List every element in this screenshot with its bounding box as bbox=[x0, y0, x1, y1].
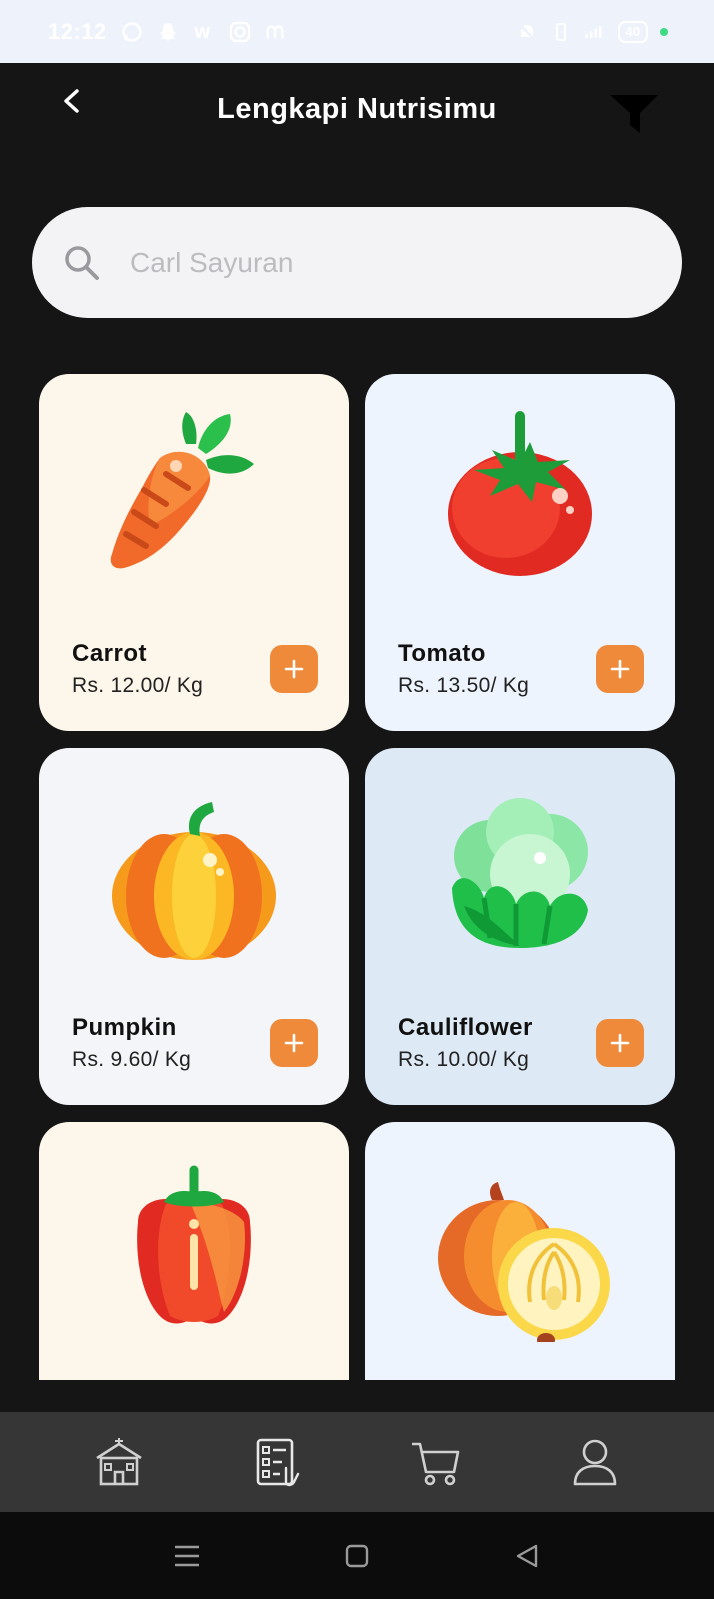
search-input[interactable] bbox=[130, 246, 610, 279]
onion-icon bbox=[420, 1152, 620, 1347]
signal-icon bbox=[584, 21, 606, 43]
product-name: Carrot bbox=[72, 640, 148, 667]
mute-icon bbox=[516, 21, 538, 43]
add-to-cart-button[interactable] bbox=[270, 1019, 318, 1067]
product-card-pumpkin[interactable]: Pumpkin Rs. 9.60/ Kg bbox=[39, 748, 349, 1105]
bottom-nav bbox=[0, 1412, 714, 1512]
cauliflower-icon bbox=[420, 778, 620, 968]
status-time: 12:12 bbox=[48, 18, 107, 44]
system-back-button[interactable] bbox=[512, 1541, 542, 1571]
home-square-icon bbox=[345, 1544, 369, 1567]
notification-dot bbox=[660, 27, 668, 36]
vibrate-icon bbox=[550, 21, 572, 43]
product-name: Pumpkin bbox=[72, 1014, 177, 1041]
bell-pepper-icon bbox=[94, 1152, 294, 1342]
plus-icon bbox=[284, 659, 304, 679]
plus-icon bbox=[610, 659, 630, 679]
filter-button[interactable] bbox=[608, 91, 660, 137]
system-home-button[interactable] bbox=[342, 1541, 372, 1571]
system-nav-bar bbox=[0, 1512, 714, 1599]
app-header: Lengkapi Nutrisimu bbox=[0, 63, 714, 163]
product-price: Rs. 9.60/ Kg bbox=[72, 1048, 192, 1071]
recent-apps-button[interactable] bbox=[172, 1541, 202, 1571]
product-card-bell-pepper[interactable] bbox=[39, 1122, 349, 1380]
page-title: Lengkapi Nutrisimu bbox=[217, 93, 497, 125]
whatsapp-icon bbox=[121, 21, 143, 43]
checklist-icon bbox=[256, 1438, 299, 1487]
tomato-icon bbox=[420, 404, 620, 594]
cart-icon bbox=[412, 1442, 460, 1486]
product-price: Rs. 12.00/ Kg bbox=[72, 674, 204, 697]
home-icon bbox=[96, 1438, 142, 1486]
status-bar: 12:12 W 40 bbox=[0, 0, 714, 63]
product-card-tomato[interactable]: Tomato Rs. 13.50/ Kg bbox=[365, 374, 675, 731]
product-name: Tomato bbox=[398, 640, 486, 667]
wechat-icon: W bbox=[193, 21, 215, 43]
nav-profile[interactable] bbox=[567, 1434, 623, 1490]
svg-text:W: W bbox=[194, 24, 211, 42]
plus-icon bbox=[284, 1033, 304, 1053]
carrot-icon bbox=[94, 404, 294, 594]
product-card-carrot[interactable]: Carrot Rs. 12.00/ Kg bbox=[39, 374, 349, 731]
filter-icon bbox=[610, 95, 658, 133]
plus-icon bbox=[610, 1033, 630, 1053]
product-name: Cauliflower bbox=[398, 1014, 533, 1041]
snapchat-icon bbox=[157, 21, 179, 43]
search-bar[interactable] bbox=[32, 207, 682, 318]
battery-indicator: 40 bbox=[617, 20, 648, 43]
add-to-cart-button[interactable] bbox=[596, 1019, 644, 1067]
nav-home[interactable] bbox=[91, 1434, 147, 1490]
pumpkin-icon bbox=[94, 778, 294, 968]
product-card-cauliflower[interactable]: Cauliflower Rs. 10.00/ Kg bbox=[365, 748, 675, 1105]
instagram-icon bbox=[229, 21, 251, 43]
menu-icon bbox=[175, 1545, 199, 1566]
messenger-icon bbox=[265, 21, 287, 43]
product-grid: Carrot Rs. 12.00/ Kg Tomato Rs. 13.50/ K… bbox=[39, 374, 675, 1380]
nav-checklist[interactable] bbox=[250, 1434, 306, 1490]
product-price: Rs. 10.00/ Kg bbox=[398, 1048, 530, 1071]
profile-icon bbox=[573, 1439, 617, 1486]
add-to-cart-button[interactable] bbox=[270, 645, 318, 693]
add-to-cart-button[interactable] bbox=[596, 645, 644, 693]
back-triangle-icon bbox=[516, 1544, 538, 1567]
nav-cart[interactable] bbox=[408, 1434, 464, 1490]
product-card-onion[interactable] bbox=[365, 1122, 675, 1380]
product-price: Rs. 13.50/ Kg bbox=[398, 674, 530, 697]
search-icon bbox=[60, 241, 104, 285]
